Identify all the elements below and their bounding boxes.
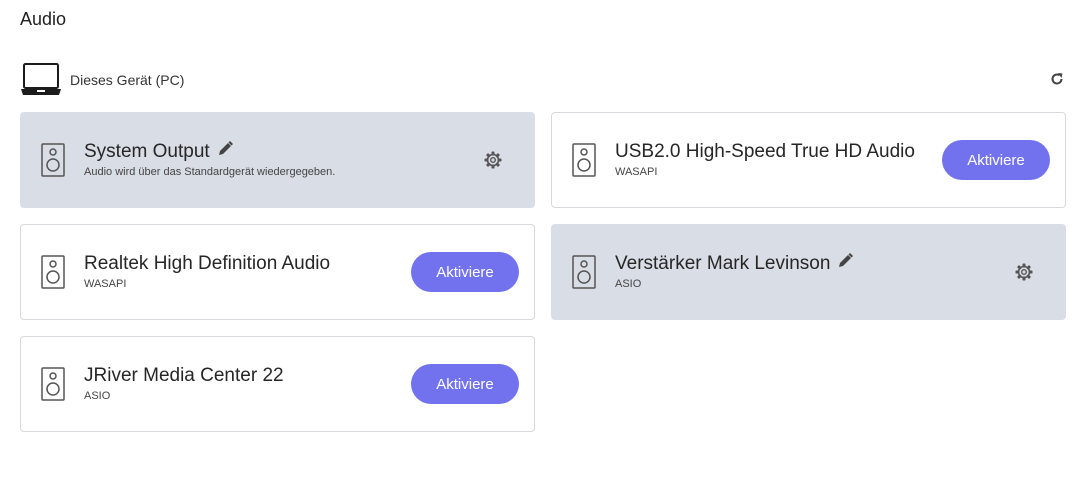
- activate-button[interactable]: Aktiviere: [942, 140, 1050, 180]
- output-subtitle: Audio wird über das Standardgerät wieder…: [84, 166, 336, 178]
- output-title: JRiver Media Center 22: [84, 365, 284, 386]
- output-card-usb: USB2.0 High-Speed True HD Audio WASAPI A…: [551, 112, 1066, 208]
- output-title: Realtek High Definition Audio: [84, 253, 331, 274]
- output-card-system-output: System Output Audio wird über das Standa…: [20, 112, 535, 208]
- output-title: USB2.0 High-Speed True HD Audio: [615, 141, 915, 162]
- pencil-icon[interactable]: [838, 253, 854, 268]
- activate-button[interactable]: Aktiviere: [411, 252, 519, 292]
- output-subtitle: ASIO: [615, 278, 642, 290]
- speaker-icon: [572, 143, 596, 177]
- output-card-realtek: Realtek High Definition Audio WASAPI Akt…: [20, 224, 535, 320]
- refresh-icon[interactable]: [1050, 72, 1064, 86]
- speaker-icon: [572, 255, 596, 289]
- page-title: Audio: [20, 9, 67, 29]
- gear-icon[interactable]: [1015, 263, 1033, 281]
- laptop-icon: [21, 63, 61, 95]
- output-subtitle: WASAPI: [615, 166, 658, 178]
- output-subtitle: ASIO: [84, 390, 111, 402]
- activate-button[interactable]: Aktiviere: [411, 364, 519, 404]
- gear-icon[interactable]: [484, 151, 502, 169]
- speaker-icon: [41, 143, 65, 177]
- output-title: Verstärker Mark Levinson: [615, 253, 854, 275]
- output-title: System Output: [84, 141, 233, 163]
- device-label: Dieses Gerät (PC): [70, 72, 185, 88]
- output-card-mark-levinson: Verstärker Mark Levinson ASIO: [551, 224, 1066, 320]
- output-card-jriver: JRiver Media Center 22 ASIO Aktiviere: [20, 336, 535, 432]
- speaker-icon: [41, 255, 65, 289]
- speaker-icon: [41, 367, 65, 401]
- device-header: Dieses Gerät (PC): [20, 62, 1066, 98]
- output-subtitle: WASAPI: [84, 278, 127, 290]
- pencil-icon[interactable]: [218, 141, 233, 156]
